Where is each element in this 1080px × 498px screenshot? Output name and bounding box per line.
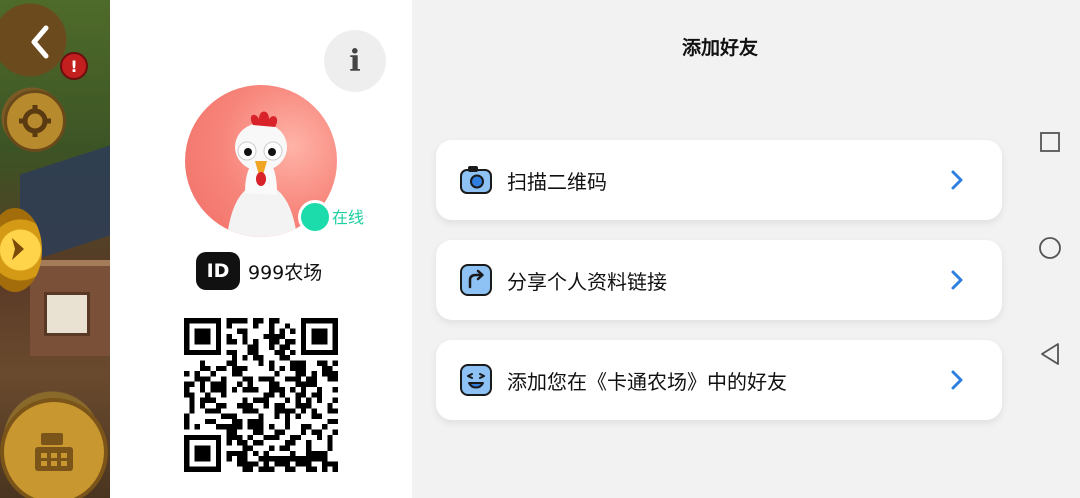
system-nav-bar [1020, 0, 1080, 498]
username: 999农场 [248, 261, 323, 284]
back-arrow-icon [31, 25, 49, 59]
back-button[interactable] [20, 22, 60, 62]
online-status-dot [298, 200, 332, 234]
qr-code[interactable] [184, 318, 338, 472]
chevron-right-icon [951, 270, 963, 290]
profile-panel: i 在线 ID 999农场 [110, 0, 412, 498]
option-label: 扫描二维码 [507, 169, 607, 194]
game-window [44, 292, 90, 336]
cash-register-icon[interactable] [0, 398, 108, 498]
option-label: 添加您在《卡通农场》中的好友 [507, 369, 787, 394]
scan-qr-option[interactable]: 扫描二维码 [436, 140, 1002, 220]
page-title: 添加好友 [681, 37, 758, 59]
id-row: ID 999农场 [196, 252, 322, 290]
add-game-friends-option[interactable]: 添加您在《卡通农场》中的好友 [436, 340, 1002, 420]
home-icon [1039, 237, 1061, 259]
share-icon [460, 264, 492, 296]
info-button[interactable]: i [324, 30, 386, 92]
chevron-right-icon [951, 370, 963, 390]
back-icon [1041, 343, 1059, 365]
id-badge: ID [196, 252, 240, 290]
camera-icon [460, 164, 492, 196]
home-button[interactable] [1036, 234, 1064, 262]
smiley-icon [460, 364, 492, 396]
add-friend-panel: 添加好友 扫描二维码 分享个人资料链接 添加您在《卡通农场》中的好友 [412, 0, 1020, 498]
gear-icon[interactable] [4, 90, 66, 152]
share-profile-link-option[interactable]: 分享个人资料链接 [436, 240, 1002, 320]
online-status-label: 在线 [332, 208, 365, 227]
recent-apps-icon [1040, 132, 1060, 152]
system-back-button[interactable] [1036, 340, 1064, 368]
recent-apps-button[interactable] [1036, 128, 1064, 156]
game-background [0, 0, 110, 498]
option-label: 分享个人资料链接 [507, 269, 667, 294]
chevron-right-icon [951, 170, 963, 190]
alert-badge[interactable]: ! [60, 52, 88, 80]
